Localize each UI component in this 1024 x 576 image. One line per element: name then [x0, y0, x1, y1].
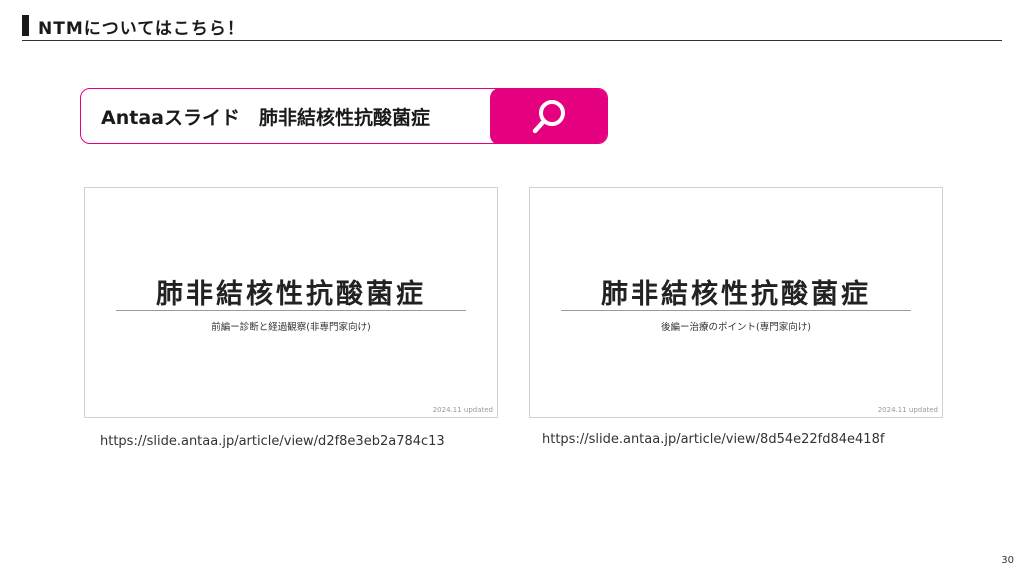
slide-divider — [561, 310, 911, 311]
slide-divider — [116, 310, 466, 311]
slide-updated-date: 2024.11 updated — [877, 406, 938, 414]
page-number: 30 — [1001, 555, 1014, 566]
search-button[interactable] — [490, 89, 607, 143]
search-query-text: Antaaスライド 肺非結核性抗酸菌症 — [101, 107, 430, 129]
slide-title: 肺非結核性抗酸菌症 — [156, 279, 426, 310]
slide-link-part1[interactable]: https://slide.antaa.jp/article/view/d2f8… — [100, 434, 445, 449]
slide-thumbnail-part2[interactable]: 肺非結核性抗酸菌症 後編ー治療のポイント(専門家向け) 2024.11 upda… — [529, 187, 943, 418]
search-box[interactable]: Antaaスライド 肺非結核性抗酸菌症 — [80, 88, 608, 144]
slide-subtitle: 後編ー治療のポイント(専門家向け) — [661, 322, 811, 333]
slide-subtitle: 前編ー診断と経過観察(非専門家向け) — [211, 322, 371, 333]
heading-title: NTMについてはこちら！ — [38, 19, 245, 39]
search-icon — [532, 99, 565, 133]
slide-updated-date: 2024.11 updated — [432, 406, 493, 414]
heading-marker — [22, 15, 29, 36]
slide-thumbnail-part1[interactable]: 肺非結核性抗酸菌症 前編ー診断と経過観察(非専門家向け) 2024.11 upd… — [84, 187, 498, 418]
section-heading: NTMについてはこちら！ — [22, 14, 1002, 41]
slide-link-part2[interactable]: https://slide.antaa.jp/article/view/8d54… — [542, 432, 884, 447]
slide-title: 肺非結核性抗酸菌症 — [601, 279, 871, 310]
